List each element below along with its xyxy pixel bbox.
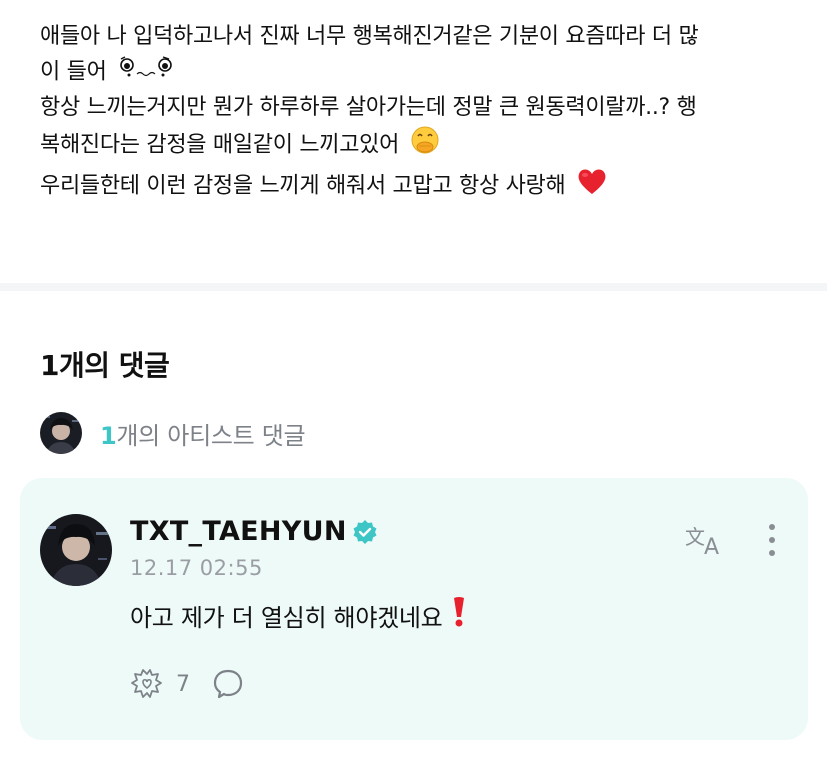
verified-badge-icon [351, 518, 379, 546]
post-text: 우리들한테 이런 감정을 느끼게 해줘서 고맙고 항상 사랑해 [40, 173, 566, 199]
like-button[interactable]: 7 [130, 668, 190, 700]
svg-text:文: 文 [685, 525, 705, 549]
like-count: 7 [176, 671, 190, 697]
red-exclamation-emoji [452, 596, 466, 634]
comment-text: 아고 제가 더 열심히 해야겠네요 [130, 596, 466, 634]
post-line: 우리들한테 이런 감정을 느끼게 해줘서 고맙고 항상 사랑해 [40, 166, 800, 207]
artist-comment-label: 1개의 아티스트 댓글 [100, 416, 306, 451]
artist-comment-label-text: 개의 아티스트 댓글 [116, 421, 306, 450]
svg-text:A: A [704, 535, 719, 560]
post-text: 항상 느끼는거지만 뭔가 하루하루 살아가는데 정말 큰 원동력이랄까..? 행 [40, 95, 697, 120]
post-line: 이 들어 [40, 54, 800, 91]
author-avatar[interactable] [40, 514, 112, 586]
post-line: 복해진다는 감정을 매일같이 느끼고있어 [40, 125, 800, 166]
comment-timestamp: 12.17 02:55 [130, 556, 263, 580]
author-row: TXT_TAEHYUN [130, 516, 379, 547]
post-body: 애들아 나 입덕하고나서 진짜 너무 행복해진거같은 기분이 요즘따라 더 많 … [40, 20, 800, 207]
red-heart-emoji [576, 166, 608, 207]
artist-comment-filter[interactable]: 1개의 아티스트 댓글 [40, 412, 306, 454]
comment-count-heading: 1개의 댓글 [40, 349, 170, 382]
translate-icon[interactable]: 文 A [684, 520, 728, 560]
post-text: 복해진다는 감정을 매일같이 느끼고있어 [40, 132, 400, 158]
artist-comment-count: 1 [100, 421, 117, 450]
hand-over-mouth-emoji [410, 125, 440, 166]
section-divider [0, 283, 827, 291]
sparkle-heart-icon [131, 669, 162, 698]
more-vertical-icon[interactable] [758, 520, 786, 560]
artist-avatar [40, 412, 82, 454]
crying-face-emoji [117, 54, 177, 91]
speech-bubble-icon[interactable] [212, 668, 244, 700]
comment-body: 아고 제가 더 열심히 해야겠네요 [130, 603, 443, 632]
comment-actions: 7 [130, 666, 244, 702]
post-text: 애들아 나 입덕하고나서 진짜 너무 행복해진거같은 기분이 요즘따라 더 많 [40, 24, 699, 49]
post-line: 애들아 나 입덕하고나서 진짜 너무 행복해진거같은 기분이 요즘따라 더 많 [40, 20, 800, 54]
post-line: 항상 느끼는거지만 뭔가 하루하루 살아가는데 정말 큰 원동력이랄까..? 행 [40, 91, 800, 125]
artist-comment-card: TXT_TAEHYUN 12.17 02:55 文 A 아고 제가 더 열심히 … [20, 478, 808, 740]
author-name[interactable]: TXT_TAEHYUN [130, 516, 347, 547]
post-text: 이 들어 [40, 59, 107, 85]
